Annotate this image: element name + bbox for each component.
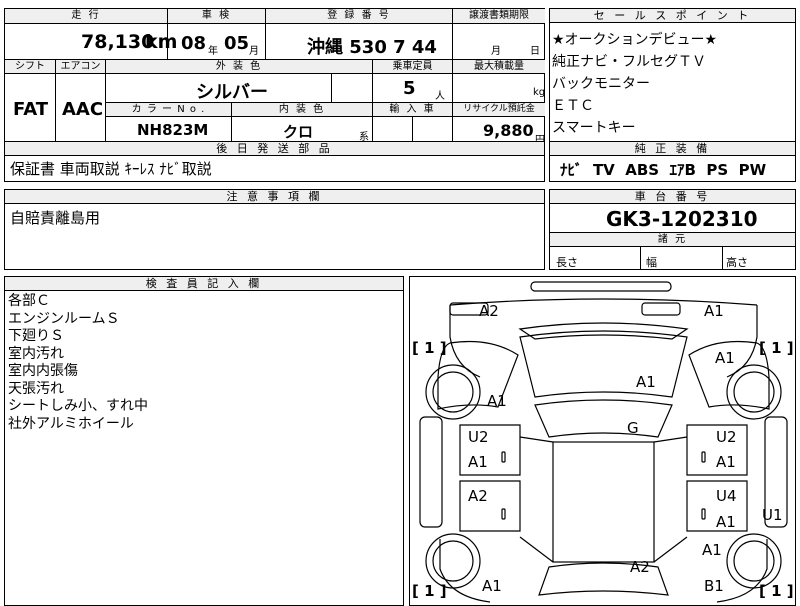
shift-header: シフト [5, 60, 55, 73]
sales-point-item: バックモニター [552, 76, 650, 92]
damage-mark: A1 [482, 577, 502, 595]
damage-mark: U1 [762, 506, 783, 524]
documents-section: 後 日 発 送 部 品 保証書 車両取説 ｷｰﾚｽ ﾅﾋﾞ取説 [4, 141, 545, 182]
inspection-year-unit: 年 [208, 46, 218, 57]
damage-mark: A1 [702, 541, 722, 559]
damage-mark: A1 [715, 349, 735, 367]
exterior-header: 外 装 色 [106, 60, 372, 73]
registration-header: 登 録 番 号 [266, 9, 452, 23]
inspection-year: 08 [181, 33, 207, 54]
mileage-unit: km [145, 31, 178, 53]
transfer-header: 譲渡書類期限 [453, 9, 545, 23]
sales-point-item: ★オークションデビュー★ [552, 32, 718, 48]
ac-value: AAC [62, 99, 104, 120]
inspector-line: 室内内張傷 [8, 363, 78, 379]
length-label: 長さ [556, 256, 578, 269]
damage-mark: A1 [636, 373, 656, 391]
genuine-equipment-section: 純 正 装 備 ﾅﾋﾞ TV ABS ｴｱB PS PW [549, 141, 796, 182]
tire-bracket: [ 1 ] [412, 339, 447, 357]
inspector-line: エンジンルームＳ [8, 310, 120, 327]
capacity-value: 5 [403, 78, 416, 99]
genuine-equipment-header: 純 正 装 備 [550, 142, 795, 156]
tire-bracket: [ 1 ] [759, 582, 794, 600]
genuine-equipment-value: ﾅﾋﾞ TV ABS ｴｱB PS PW [560, 161, 767, 179]
transfer-day-unit: 日 [530, 46, 540, 57]
damage-mark: A1 [716, 513, 736, 531]
inspector-line: 社外アルミホイール [8, 415, 134, 432]
shift-value: FAT [13, 99, 49, 120]
damage-mark: G [627, 419, 639, 437]
inspection-month: 05 [224, 33, 250, 54]
tire-bracket: [ 1 ] [412, 582, 447, 600]
exterior-value: シルバー [196, 82, 268, 103]
damage-mark: U4 [716, 487, 737, 505]
inspection-month-unit: 月 [249, 46, 259, 57]
color-no-header: カ ラ ー N o . [106, 103, 231, 116]
damage-mark: A1 [468, 453, 488, 471]
recycle-header: リサイクル預託金 [453, 103, 545, 116]
mileage-header: 走 行 [5, 9, 167, 23]
import-header: 輸 入 車 [373, 103, 452, 116]
damage-diagram: A2 A1 A1 A1 A1 G U2 A1 U2 A1 A2 U4 A1 U1… [409, 276, 796, 606]
interior-header: 内 装 色 [232, 103, 372, 116]
notes-section: 注 意 事 項 欄 自賠責離島用 [4, 189, 545, 270]
chassis-value: GK3-1202310 [606, 207, 758, 231]
damage-mark: A2 [479, 302, 499, 320]
registration-value: 沖縄 530 7 44 [307, 37, 437, 58]
inspector-section: 検 査 員 記 入 欄 各部Ｃ エンジンルームＳ 下廻りＳ 室内汚れ 室内内張傷… [4, 276, 404, 606]
damage-mark: B1 [704, 577, 724, 595]
inspection-header: 車 検 [168, 9, 265, 23]
sales-point-item: ＥＴＣ [552, 98, 594, 114]
recycle-value: 9,880 [483, 121, 534, 140]
documents-header: 後 日 発 送 部 品 [5, 142, 544, 156]
inspector-line: 室内汚れ [8, 345, 64, 362]
chassis-header: 車 台 番 号 [550, 190, 795, 204]
interior-value: クロ [283, 123, 314, 141]
inspector-line: 各部Ｃ [8, 293, 50, 309]
mileage-value: 78,130 [81, 31, 155, 53]
chassis-section: 車 台 番 号 GK3-1202310 諸 元 長さ 幅 高さ [549, 189, 796, 270]
tire-bracket: [ 1 ] [759, 339, 794, 357]
dimensions-header: 諸 元 [550, 233, 795, 246]
damage-mark: A1 [704, 302, 724, 320]
sales-points-header: セ ー ル ス ポ イ ン ト [550, 9, 795, 23]
notes-value: 自賠責離島用 [10, 209, 101, 227]
capacity-unit: 人 [435, 91, 445, 102]
inspector-line: 天張汚れ [8, 380, 64, 397]
damage-mark: U2 [468, 428, 489, 446]
color-no-value: NH823M [137, 121, 209, 139]
sales-points-section: セ ー ル ス ポ イ ン ト ★オークションデビュー★ 純正ナビ・フルセグＴＶ… [549, 8, 796, 142]
ac-header: エアコン [56, 60, 105, 73]
inspector-line: 下廻りＳ [8, 328, 64, 344]
damage-mark: A1 [716, 453, 736, 471]
transfer-month-unit: 月 [491, 46, 501, 57]
damage-mark: A1 [487, 392, 507, 410]
inspector-line: シートしみ小、すれ中 [8, 398, 148, 414]
damage-mark: A2 [630, 558, 650, 576]
max-load-header: 最大積載量 [453, 60, 545, 73]
inspector-header: 検 査 員 記 入 欄 [5, 277, 403, 291]
notes-header: 注 意 事 項 欄 [5, 190, 544, 204]
vehicle-info-table: 走 行 車 検 登 録 番 号 譲渡書類期限 78,130 km 08 年 05… [4, 8, 546, 146]
inspector-lines: 各部Ｃ エンジンルームＳ 下廻りＳ 室内汚れ 室内内張傷 天張汚れ シートしみ小… [8, 293, 148, 433]
max-load-unit: kg [533, 87, 546, 98]
height-label: 高さ [726, 256, 748, 269]
damage-mark: U2 [716, 428, 737, 446]
sales-points-list: ★オークションデビュー★ 純正ナビ・フルセグＴＶ バックモニター ＥＴＣ スマー… [552, 29, 717, 139]
sales-point-item: 純正ナビ・フルセグＴＶ [552, 54, 706, 70]
capacity-header: 乗車定員 [373, 60, 452, 73]
damage-mark: A2 [468, 487, 488, 505]
sales-point-item: スマートキー [552, 120, 636, 136]
documents-value: 保証書 車両取説 ｷｰﾚｽ ﾅﾋﾞ取説 [10, 160, 212, 178]
width-label: 幅 [646, 256, 657, 269]
